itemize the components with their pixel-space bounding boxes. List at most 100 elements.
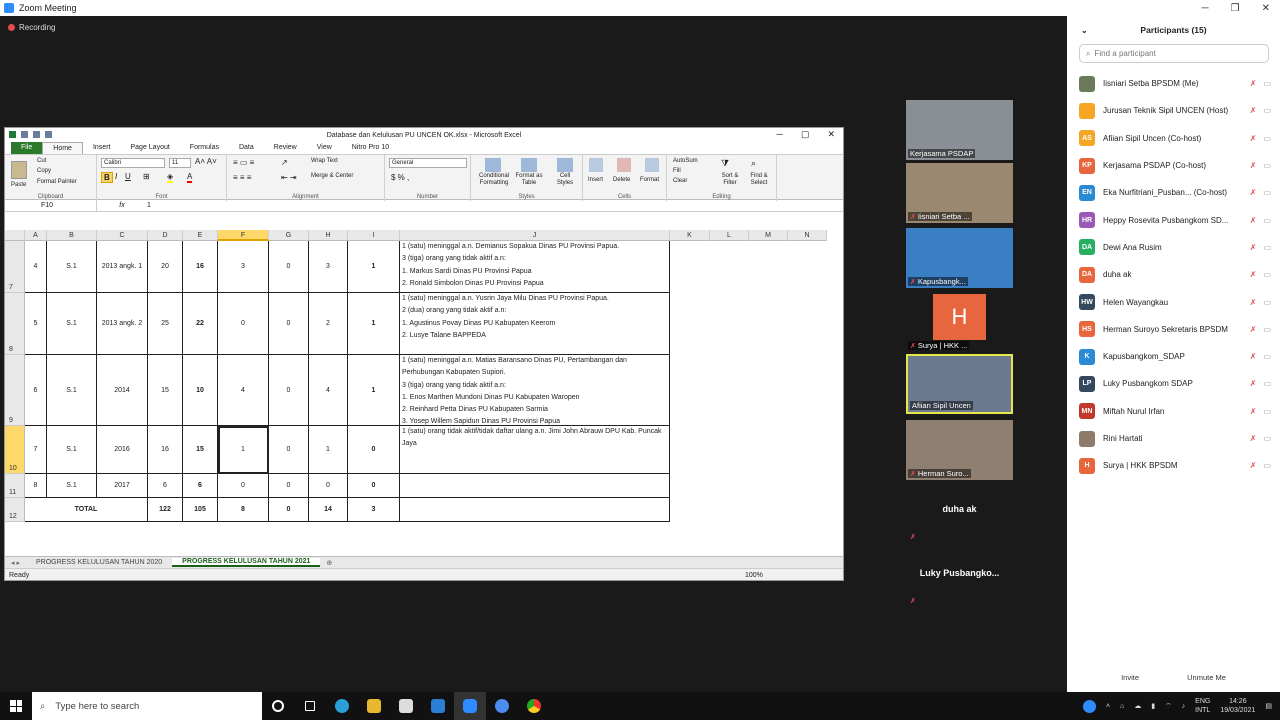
table-cell[interactable]: 1 bbox=[309, 426, 348, 474]
fill-color-button[interactable]: ◈ bbox=[167, 172, 174, 183]
table-cell[interactable]: 4 bbox=[25, 241, 47, 293]
camera-icon[interactable]: ▭ bbox=[1263, 161, 1271, 170]
table-cell[interactable]: 1 bbox=[348, 293, 400, 355]
row-header[interactable]: 11 bbox=[5, 474, 25, 498]
row-header[interactable]: 9 bbox=[5, 355, 25, 426]
orientation-icon[interactable]: ↗ bbox=[281, 158, 288, 167]
tab-file[interactable]: File bbox=[11, 142, 43, 154]
network-icon[interactable]: ⌂ bbox=[1120, 703, 1124, 710]
column-header[interactable]: N bbox=[788, 230, 827, 241]
formula-input[interactable]: 1 bbox=[147, 202, 151, 209]
muted-mic-icon[interactable]: ✗ bbox=[1250, 106, 1257, 115]
notes-cell[interactable] bbox=[400, 498, 670, 522]
fx-icon[interactable]: fx bbox=[97, 202, 147, 209]
zoom-taskbar-icon[interactable] bbox=[454, 692, 486, 720]
chrome-alt-icon[interactable] bbox=[486, 692, 518, 720]
maximize-button[interactable]: ❐ bbox=[1231, 3, 1240, 14]
wifi-icon[interactable]: ⌔ bbox=[1165, 702, 1172, 711]
table-cell[interactable]: 6 bbox=[148, 474, 183, 498]
muted-mic-icon[interactable]: ✗ bbox=[1250, 379, 1257, 388]
camera-icon[interactable]: ▭ bbox=[1263, 216, 1271, 225]
format-table-button[interactable]: Format as Table bbox=[515, 173, 543, 187]
total-cell[interactable]: 122 bbox=[148, 498, 183, 522]
grow-font-button[interactable]: A˄ A˅ bbox=[195, 157, 217, 166]
participant-item[interactable]: DA Dewi Ana Rusim ✗ ▭ bbox=[1067, 234, 1280, 261]
table-cell[interactable]: 25 bbox=[148, 293, 183, 355]
chevron-down-icon[interactable]: ⌄ bbox=[1081, 26, 1088, 35]
total-label-cell[interactable]: TOTAL bbox=[25, 498, 148, 522]
sheet-tab-2020[interactable]: PROGRESS KELULUSAN TAHUN 2020 bbox=[26, 559, 172, 566]
table-cell[interactable]: 7 bbox=[25, 426, 47, 474]
notes-cell[interactable]: 1 (satu) meninggal a.n. Demianus Sopakua… bbox=[400, 241, 670, 293]
table-cell[interactable]: 4 bbox=[309, 355, 348, 426]
name-box[interactable]: F10 bbox=[5, 199, 97, 212]
column-header[interactable]: H bbox=[309, 230, 348, 241]
delete-button[interactable]: Delete bbox=[613, 177, 630, 183]
file-explorer-icon[interactable] bbox=[358, 692, 390, 720]
table-cell[interactable]: 3 bbox=[309, 241, 348, 293]
video-tile[interactable]: duha ak ✗ bbox=[906, 484, 1013, 544]
fill-button[interactable]: Fill bbox=[673, 168, 681, 174]
tab-view[interactable]: View bbox=[307, 142, 342, 154]
participant-item[interactable]: HR Heppy Rosevita Pusbangkom SD... ✗ ▭ bbox=[1067, 206, 1280, 233]
column-header[interactable]: L bbox=[710, 230, 749, 241]
paste-button[interactable]: Paste bbox=[11, 182, 26, 188]
notification-icon[interactable]: ▤ bbox=[1265, 702, 1272, 710]
camera-icon[interactable]: ▭ bbox=[1263, 434, 1271, 443]
participant-item[interactable]: LP Luky Pusbangkom SDAP ✗ ▭ bbox=[1067, 370, 1280, 397]
table-cell[interactable]: 16 bbox=[183, 241, 218, 293]
mail-icon[interactable] bbox=[422, 692, 454, 720]
table-cell[interactable]: 5 bbox=[25, 293, 47, 355]
zoom-level[interactable]: 100% bbox=[745, 572, 763, 579]
total-cell[interactable]: 3 bbox=[348, 498, 400, 522]
clear-button[interactable]: Clear bbox=[673, 178, 687, 184]
sheet-tab-2021[interactable]: PROGRESS KELULUSAN TAHUN 2021 bbox=[172, 558, 321, 567]
edge-icon[interactable] bbox=[326, 692, 358, 720]
sort-filter-icon[interactable]: ⧩ bbox=[721, 158, 735, 170]
table-cell[interactable]: 16 bbox=[148, 426, 183, 474]
table-cell[interactable]: 0 bbox=[269, 241, 309, 293]
column-header[interactable]: A bbox=[25, 230, 47, 241]
total-cell[interactable]: 105 bbox=[183, 498, 218, 522]
camera-icon[interactable]: ▭ bbox=[1263, 298, 1271, 307]
sort-filter-button[interactable]: Sort & Filter bbox=[717, 173, 743, 187]
close-button[interactable]: ✕ bbox=[827, 129, 835, 140]
tab-nitro[interactable]: Nitro Pro 10 bbox=[342, 142, 399, 154]
table-cell[interactable]: 0 bbox=[348, 426, 400, 474]
font-name-select[interactable]: Calibri bbox=[101, 158, 165, 168]
unmute-button[interactable]: Unmute Me bbox=[1187, 673, 1226, 682]
find-select-icon[interactable]: ⌕ bbox=[751, 158, 765, 170]
close-button[interactable]: ✕ bbox=[1262, 3, 1270, 14]
table-cell[interactable]: 0 bbox=[348, 474, 400, 498]
column-header[interactable]: K bbox=[670, 230, 710, 241]
column-header[interactable]: B bbox=[47, 230, 97, 241]
copy-button[interactable]: Copy bbox=[37, 168, 51, 174]
tab-home[interactable]: Home bbox=[42, 142, 83, 154]
select-all-corner[interactable] bbox=[5, 230, 25, 241]
battery-icon[interactable]: ▮ bbox=[1151, 702, 1155, 710]
table-cell[interactable]: 2014 bbox=[97, 355, 148, 426]
maximize-button[interactable]: ▢ bbox=[801, 129, 810, 140]
sheet-nav-icon[interactable]: ◂ ▸ bbox=[5, 559, 26, 567]
notes-cell[interactable]: 1 (satu) orang tidak aktif/tidak daftar … bbox=[400, 426, 670, 474]
column-header[interactable]: J bbox=[400, 230, 670, 241]
table-cell[interactable]: 8 bbox=[25, 474, 47, 498]
new-sheet-icon[interactable]: ⊕ bbox=[320, 559, 338, 567]
minimize-button[interactable]: ─ bbox=[777, 129, 783, 140]
muted-mic-icon[interactable]: ✗ bbox=[1250, 325, 1257, 334]
total-cell[interactable]: 8 bbox=[218, 498, 269, 522]
table-cell[interactable]: S.1 bbox=[47, 355, 97, 426]
table-cell[interactable]: S.1 bbox=[47, 426, 97, 474]
participant-item[interactable]: MN Miftah Nurul Irfan ✗ ▭ bbox=[1067, 398, 1280, 425]
muted-mic-icon[interactable]: ✗ bbox=[1250, 298, 1257, 307]
format-table-icon[interactable] bbox=[521, 158, 537, 172]
tab-insert[interactable]: Insert bbox=[83, 142, 121, 154]
muted-mic-icon[interactable]: ✗ bbox=[1250, 188, 1257, 197]
table-cell[interactable]: 2016 bbox=[97, 426, 148, 474]
table-cell[interactable]: 6 bbox=[25, 355, 47, 426]
column-header[interactable]: C bbox=[97, 230, 148, 241]
camera-icon[interactable]: ▭ bbox=[1263, 79, 1271, 88]
tab-page-layout[interactable]: Page Layout bbox=[120, 142, 179, 154]
notes-cell[interactable]: 1 (satu) meninggal a.n. Yusrin Jaya Milu… bbox=[400, 293, 670, 355]
muted-mic-icon[interactable]: ✗ bbox=[1250, 461, 1257, 470]
